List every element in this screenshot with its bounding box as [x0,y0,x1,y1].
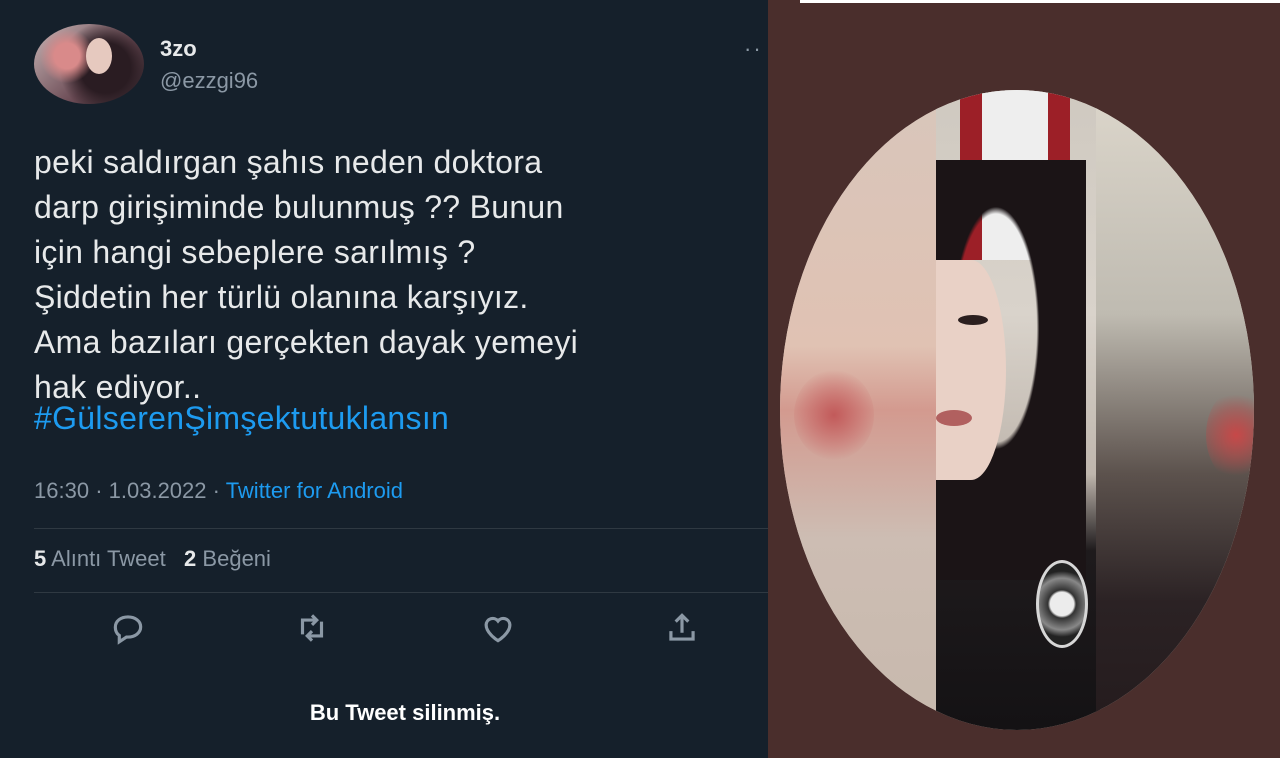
tweet-time: 16:30 [34,478,90,503]
tweet-date: 1.03.2022 [108,478,207,503]
meta-separator: · [95,478,103,503]
divider [34,592,768,593]
divider [34,528,768,529]
share-button[interactable] [660,606,704,650]
like-stat[interactable]: 2 Beğeni [184,546,271,571]
avatar[interactable] [34,24,144,104]
tweet-stats: 5 Alıntı Tweet 2 Beğeni [34,546,271,572]
display-name[interactable]: 3zo [160,36,197,62]
user-handle[interactable]: @ezzgi96 [160,68,258,94]
tweet-meta: 16:30 · 1.03.2022 · Twitter for Android [34,478,403,504]
lips-shape [936,410,972,426]
photo-center-strip [936,90,1100,730]
meta-separator: · [212,478,220,503]
retweet-button[interactable] [290,606,334,650]
reply-icon [113,615,143,645]
photo-top-border [800,0,1280,3]
tweet-text: peki saldırgan şahıs neden doktora darp … [34,144,579,405]
reply-button[interactable] [106,606,150,650]
quote-count: 5 [34,546,47,571]
blurred-right-section [1096,90,1254,730]
profile-photo-oval [780,90,1254,730]
blur-highlight [1206,390,1254,480]
blurred-left-section [780,90,940,730]
quote-tweet-stat[interactable]: 5 Alıntı Tweet [34,546,166,571]
quote-label: Alıntı Tweet [51,546,166,571]
hashtag-link[interactable]: #GülserenŞimşektutuklansın [34,396,449,441]
share-icon [669,613,695,641]
avatar-face [86,38,112,74]
more-options-icon[interactable]: ·· [744,36,763,62]
deleted-notice: Bu Tweet silinmiş. [309,700,501,725]
like-button[interactable] [476,606,520,650]
like-count: 2 [184,546,197,571]
like-label: Beğeni [202,546,271,571]
tweet-actions [0,606,768,650]
retweet-icon [300,614,324,642]
heart-icon [484,616,512,643]
tweet-source-link[interactable]: Twitter for Android [226,478,403,503]
face-shape [936,260,1006,480]
police-badge [1036,560,1088,648]
tweet-screenshot: 3zo @ezzgi96 ·· peki saldırgan şahıs ned… [0,0,768,758]
eye-shape [958,315,988,325]
blur-highlight [794,370,874,460]
